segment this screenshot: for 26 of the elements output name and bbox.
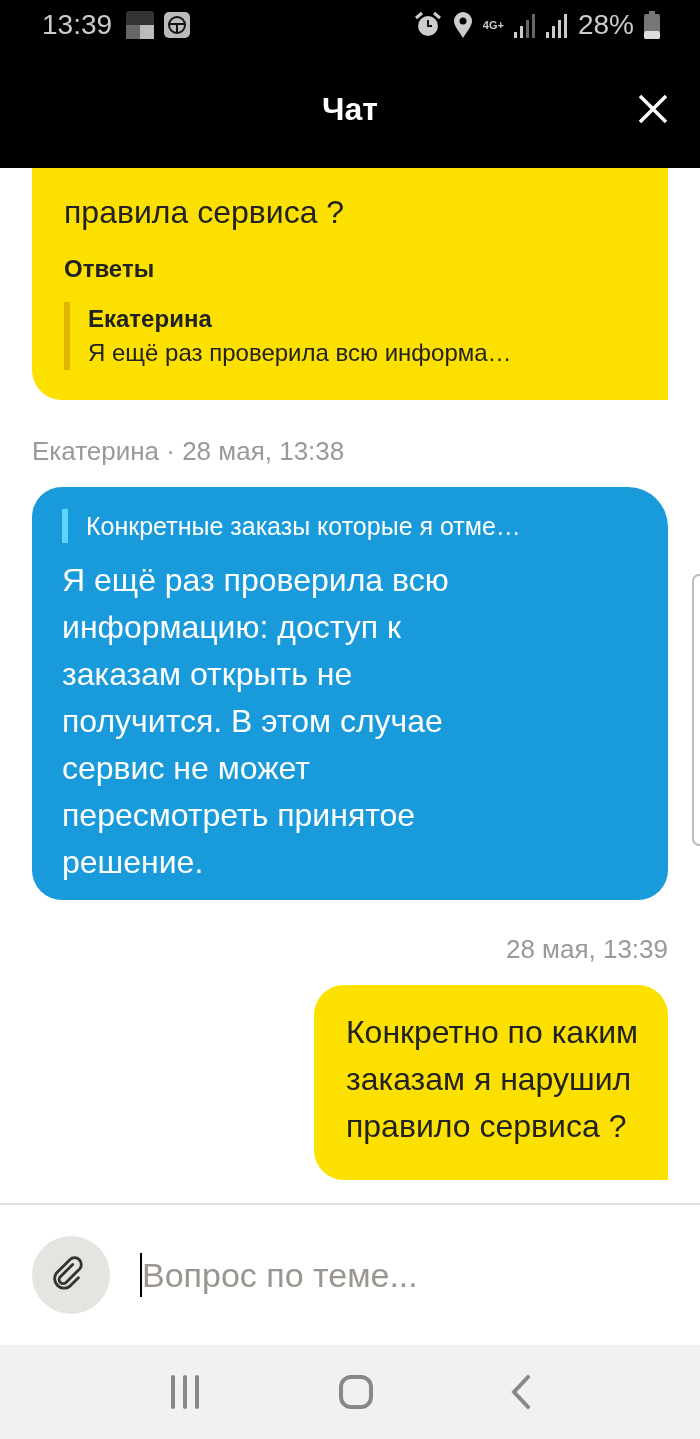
replies-label: Ответы bbox=[64, 254, 156, 284]
signal-icon bbox=[545, 12, 568, 38]
quoted-text: Конкретные заказы которые я отме… bbox=[86, 511, 521, 542]
status-time: 13:39 bbox=[42, 9, 113, 41]
quote-bar bbox=[64, 302, 70, 370]
network-type-label: 4G+ bbox=[482, 19, 504, 31]
signal-icon bbox=[513, 12, 536, 38]
close-icon[interactable] bbox=[638, 94, 668, 124]
battery-percent: 28% bbox=[577, 9, 634, 41]
home-icon[interactable] bbox=[339, 1375, 373, 1409]
message-meta: 28 мая, 13:39 bbox=[505, 934, 668, 965]
reply-text: Я ещё раз проверила всю информа… bbox=[88, 338, 512, 368]
message-text: Конкретно по каким заказам я нарушил правило сервиса ? bbox=[345, 1013, 638, 1146]
steering-wheel-icon bbox=[164, 12, 191, 38]
reply-author: Екатерина bbox=[88, 304, 213, 334]
message-text: Я ещё раз проверила всю информацию: доступ к заказам открыть не получится. В этом случае сервис не может пересмотреть принятое решение. bbox=[62, 561, 450, 882]
location-pin-icon bbox=[452, 11, 473, 39]
message-text: правила сервиса ? bbox=[64, 193, 346, 232]
alarm-icon bbox=[412, 11, 443, 39]
gallery-notification-icon bbox=[126, 11, 155, 39]
chat-title: Чат bbox=[322, 90, 378, 128]
back-icon[interactable] bbox=[511, 1375, 531, 1409]
quote-bar bbox=[62, 509, 68, 543]
recent-apps-icon[interactable] bbox=[169, 1375, 201, 1409]
battery-icon bbox=[644, 11, 660, 39]
message-meta: Екатерина · 28 мая, 13:38 bbox=[32, 436, 346, 467]
